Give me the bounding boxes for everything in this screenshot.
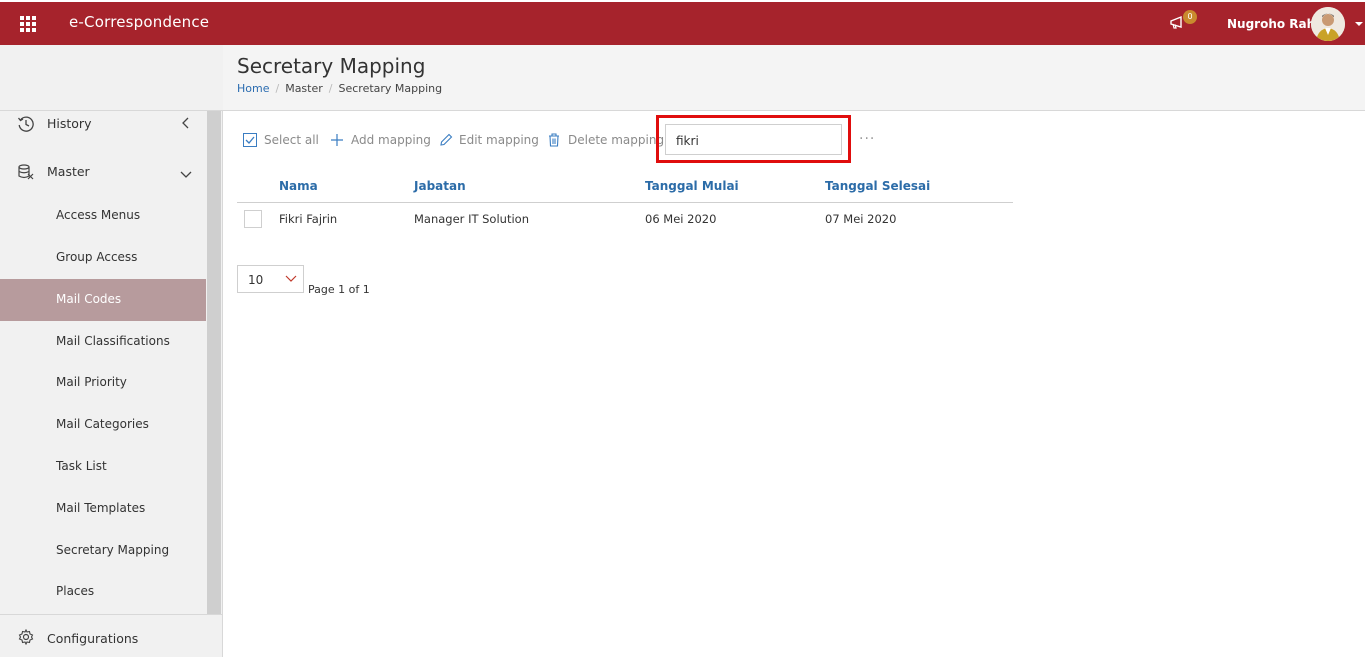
delete-mapping-button[interactable]: Delete mapping: [548, 131, 664, 151]
sidebar-scrollbar[interactable]: [207, 111, 221, 614]
avatar[interactable]: [1311, 7, 1345, 41]
database-icon: [18, 164, 34, 180]
sidebar-item-places[interactable]: Places: [0, 571, 206, 613]
trash-icon: [549, 133, 559, 147]
page-info: Page 1 of 1: [308, 283, 370, 296]
sidebar-item-task-list[interactable]: Task List: [0, 446, 206, 488]
sidebar-item-access-menus[interactable]: Access Menus: [0, 195, 206, 237]
app-title: e-Correspondence: [69, 13, 210, 31]
sidebar-group-history[interactable]: History: [0, 111, 206, 147]
sidebar-group-label: History: [47, 116, 92, 131]
edit-mapping-label: Edit mapping: [459, 133, 539, 147]
delete-mapping-label: Delete mapping: [568, 133, 665, 147]
search-box: [665, 124, 842, 155]
edit-mapping-button[interactable]: Edit mapping: [439, 131, 539, 151]
plus-icon: [331, 134, 343, 146]
pencil-icon: [440, 133, 453, 146]
breadcrumb: Home / Master / Secretary Mapping: [237, 82, 443, 95]
sidebar-item-label: Secretary Mapping: [56, 543, 170, 557]
top-bar: e-Correspondence 0 Nugroho Rahm: [0, 0, 1365, 45]
add-mapping-label: Add mapping: [351, 133, 431, 147]
breadcrumb-current: Secretary Mapping: [338, 82, 443, 95]
chevron-left-icon: [182, 117, 189, 129]
app-launcher-icon[interactable]: [20, 16, 36, 32]
notification-badge: 0: [1183, 10, 1197, 24]
sidebar-group-master[interactable]: Master: [0, 159, 206, 195]
sidebar-item-label: Places: [56, 584, 95, 598]
sidebar-item-label: Group Access: [56, 250, 138, 264]
column-header-nama[interactable]: Nama: [279, 179, 318, 193]
row-checkbox[interactable]: [244, 210, 262, 228]
sidebar-item-label: Mail Categories: [56, 417, 149, 431]
sidebar-item-mail-templates[interactable]: Mail Templates: [0, 488, 206, 530]
add-mapping-button[interactable]: Add mapping: [330, 131, 431, 151]
breadcrumb-master[interactable]: Master: [285, 82, 323, 95]
page-size-value: 10: [248, 273, 264, 287]
cell-jabatan: Manager IT Solution: [414, 212, 529, 226]
sidebar-item-mail-priority[interactable]: Mail Priority: [0, 362, 206, 404]
cell-tanggal-selesai: 07 Mei 2020: [825, 212, 897, 226]
select-all-button[interactable]: Select all: [243, 131, 319, 151]
checkbox-icon: [243, 133, 257, 147]
page-header: Secretary Mapping Home / Master / Secretary …: [223, 45, 1365, 111]
page-size-select[interactable]: 10: [237, 265, 304, 293]
table-header-divider: [237, 202, 1013, 203]
column-header-jabatan[interactable]: Jabatan: [414, 179, 466, 193]
sidebar-item-group-access[interactable]: Group Access: [0, 237, 206, 279]
sidebar-item-label: Access Menus: [56, 208, 141, 222]
column-header-tanggal-mulai[interactable]: Tanggal Mulai: [645, 179, 739, 193]
sidebar-item-label: Mail Classifications: [56, 334, 170, 348]
sidebar: History Master Access Menus Group Access…: [0, 111, 223, 657]
sidebar-item-label: Task List: [56, 459, 107, 473]
page-title: Secretary Mapping: [237, 54, 426, 78]
history-icon: [17, 116, 34, 132]
select-all-label: Select all: [264, 133, 319, 147]
sidebar-item-mail-categories[interactable]: Mail Categories: [0, 404, 206, 446]
sidebar-item-configurations[interactable]: Configurations: [0, 614, 222, 657]
breadcrumb-home-link[interactable]: Home: [237, 82, 269, 95]
sidebar-item-label: Mail Templates: [56, 501, 146, 515]
column-header-tanggal-selesai[interactable]: Tanggal Selesai: [825, 179, 930, 193]
sidebar-item-label: Mail Codes: [56, 292, 122, 306]
more-options-button[interactable]: ···: [859, 131, 875, 147]
sidebar-item-label: Mail Priority: [56, 375, 127, 389]
search-input[interactable]: [674, 127, 838, 155]
sidebar-header: [0, 45, 223, 111]
sidebar-item-mail-classifications[interactable]: Mail Classifications: [0, 321, 206, 363]
gear-icon: [18, 629, 34, 645]
sidebar-group-label: Master: [47, 164, 90, 179]
sidebar-item-secretary-mapping[interactable]: Secretary Mapping: [0, 530, 206, 572]
chevron-down-icon: [285, 275, 297, 282]
chevron-down-icon: [180, 171, 192, 178]
user-menu-caret-icon[interactable]: [1355, 22, 1363, 26]
sidebar-item-mail-codes[interactable]: Mail Codes: [0, 279, 206, 321]
sidebar-item-label: Configurations: [47, 631, 139, 646]
cell-nama: Fikri Fajrin: [279, 212, 338, 226]
cell-tanggal-mulai: 06 Mei 2020: [645, 212, 717, 226]
